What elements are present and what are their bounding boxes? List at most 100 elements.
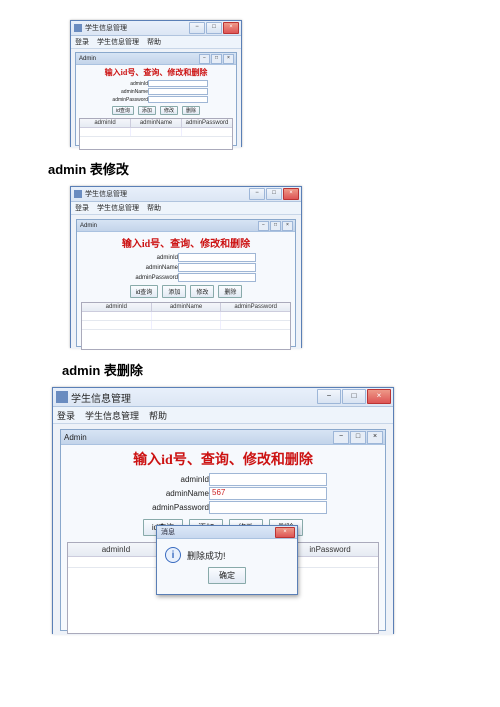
menu-login[interactable]: 登录 <box>57 409 75 422</box>
input-adminname[interactable]: 567 <box>209 487 327 500</box>
input-adminpw[interactable] <box>209 501 327 514</box>
admin-table[interactable]: adminId adminName adminPassword <box>81 302 291 350</box>
input-adminid[interactable] <box>209 473 327 486</box>
menubar: 登录 学生信息管理 帮助 <box>53 407 393 424</box>
label-adminname: adminName <box>119 489 209 498</box>
menu-login[interactable]: 登录 <box>75 37 89 47</box>
add-button[interactable]: 添加 <box>162 285 186 298</box>
col-adminid[interactable]: adminId <box>80 119 131 127</box>
menu-login[interactable]: 登录 <box>75 203 89 213</box>
section-title-modify: admin 表修改 <box>48 159 460 178</box>
app-title: 学生信息管理 <box>71 390 131 405</box>
col-adminpw[interactable]: adminPassword <box>182 119 232 127</box>
input-adminid[interactable] <box>178 253 256 262</box>
input-adminname[interactable] <box>148 88 208 95</box>
menu-help[interactable]: 帮助 <box>147 203 161 213</box>
minimize-button[interactable]: − <box>249 188 265 200</box>
internal-titlebar[interactable]: Admin − □ × <box>77 220 295 232</box>
close-button[interactable]: × <box>223 22 239 34</box>
internal-frame-admin: Admin − □ × 输入id号、查询、修改和删除 adminId admin… <box>75 52 237 146</box>
titlebar[interactable]: 学生信息管理 − □ × <box>71 187 301 202</box>
col-adminid[interactable]: adminId <box>82 303 152 311</box>
table-row[interactable] <box>82 321 290 330</box>
input-adminid[interactable] <box>148 80 208 87</box>
internal-titlebar[interactable]: Admin − □ × <box>61 430 385 445</box>
close-button[interactable]: × <box>283 188 299 200</box>
internal-min[interactable]: − <box>333 431 349 444</box>
col-adminid[interactable]: adminId <box>68 543 165 556</box>
internal-frame-admin: Admin − □ × 输入id号、查询、修改和删除 adminId admin… <box>76 219 296 347</box>
label-adminid: adminId <box>116 255 178 261</box>
app-icon <box>56 391 68 403</box>
internal-title: Admin <box>80 223 97 229</box>
titlebar[interactable]: 学生信息管理 − □ × <box>53 388 393 407</box>
maximize-button[interactable]: □ <box>206 22 222 34</box>
minimize-button[interactable]: − <box>317 389 341 404</box>
app-title: 学生信息管理 <box>85 189 127 199</box>
panel-heading: 输入id号、查询、修改和删除 <box>76 65 236 79</box>
internal-max[interactable]: □ <box>270 221 281 231</box>
internal-min[interactable]: − <box>258 221 269 231</box>
modify-button[interactable]: 修改 <box>190 285 214 298</box>
dialog-close-button[interactable]: × <box>275 527 295 538</box>
button-row: id查询 添加 修改 删除 <box>76 106 236 115</box>
menubar: 登录 学生信息管理 帮助 <box>71 36 241 49</box>
minimize-button[interactable]: − <box>189 22 205 34</box>
app-icon <box>74 190 82 198</box>
menu-student[interactable]: 学生信息管理 <box>97 37 139 47</box>
table-row[interactable] <box>82 312 290 321</box>
label-adminname: adminName <box>104 89 148 95</box>
input-adminpw[interactable] <box>178 273 256 282</box>
workarea: Admin − □ × 输入id号、查询、修改和删除 adminId admin… <box>71 215 301 349</box>
internal-max[interactable]: □ <box>350 431 366 444</box>
internal-close[interactable]: × <box>367 431 383 444</box>
admin-table[interactable]: adminId adminName adminPassword <box>79 118 233 150</box>
label-adminid: adminId <box>119 475 209 484</box>
label-adminpw: adminPassword <box>116 275 178 281</box>
maximize-button[interactable]: □ <box>266 188 282 200</box>
workarea: Admin − □ × 输入id号、查询、修改和删除 adminId admin… <box>53 424 393 635</box>
internal-close[interactable]: × <box>282 221 293 231</box>
internal-close[interactable]: × <box>223 54 234 64</box>
info-icon: i <box>165 547 181 563</box>
panel-heading: 输入id号、查询、修改和删除 <box>77 232 295 252</box>
id-search-button[interactable]: id查询 <box>112 106 134 115</box>
menu-help[interactable]: 帮助 <box>147 37 161 47</box>
close-button[interactable]: × <box>367 389 391 404</box>
app-icon <box>74 24 82 32</box>
id-search-button[interactable]: id查询 <box>130 285 159 298</box>
dialog-ok-button[interactable]: 确定 <box>208 567 246 584</box>
col-adminpw[interactable]: adminPassword <box>221 303 290 311</box>
maximize-button[interactable]: □ <box>342 389 366 404</box>
dialog-titlebar[interactable]: 消息 × <box>157 526 297 539</box>
internal-min[interactable]: − <box>199 54 210 64</box>
dialog-title: 消息 <box>161 527 175 537</box>
button-row: id查询 添加 修改 删除 <box>77 285 295 298</box>
internal-frame-admin: Admin − □ × 输入id号、查询、修改和删除 adminId admin… <box>60 429 386 631</box>
titlebar[interactable]: 学生信息管理 − □ × <box>71 21 241 36</box>
add-button[interactable]: 添加 <box>138 106 156 115</box>
menubar: 登录 学生信息管理 帮助 <box>71 202 301 215</box>
workarea: Admin − □ × 输入id号、查询、修改和删除 adminId admin… <box>71 49 241 148</box>
label-adminid: adminId <box>104 81 148 87</box>
modify-button[interactable]: 修改 <box>160 106 178 115</box>
menu-student[interactable]: 学生信息管理 <box>85 409 139 422</box>
app-title: 学生信息管理 <box>85 23 127 33</box>
internal-titlebar[interactable]: Admin − □ × <box>76 53 236 65</box>
menu-student[interactable]: 学生信息管理 <box>97 203 139 213</box>
dialog-message: 删除成功! <box>187 549 226 562</box>
menu-help[interactable]: 帮助 <box>149 409 167 422</box>
label-adminpw: adminPassword <box>104 97 148 103</box>
internal-max[interactable]: □ <box>211 54 222 64</box>
delete-button[interactable]: 删除 <box>182 106 200 115</box>
internal-title: Admin <box>79 56 96 62</box>
input-adminpw[interactable] <box>148 96 208 103</box>
win-buttons: − □ × <box>189 22 239 34</box>
col-adminname[interactable]: adminName <box>131 119 182 127</box>
table-row[interactable] <box>80 128 232 137</box>
window-admin-modify: 学生信息管理 − □ × 登录 学生信息管理 帮助 Admin − □ × 输入… <box>70 186 302 348</box>
col-adminname[interactable]: adminName <box>152 303 222 311</box>
label-adminname: adminName <box>116 265 178 271</box>
input-adminname[interactable] <box>178 263 256 272</box>
delete-button[interactable]: 删除 <box>218 285 242 298</box>
